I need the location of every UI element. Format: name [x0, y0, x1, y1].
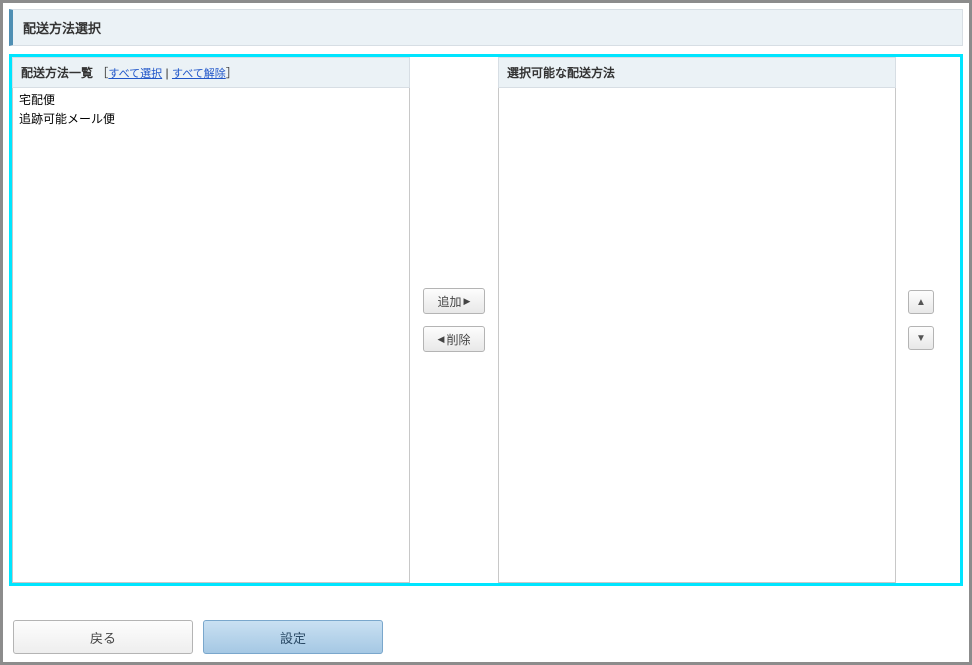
link-separator: | [162, 66, 172, 80]
deselect-all-link[interactable]: すべて解除 [172, 68, 226, 80]
back-button[interactable]: 戻る [13, 620, 193, 654]
arrow-right-icon: ▶ [464, 296, 471, 307]
left-panel-title: 配送方法一覧 [21, 66, 93, 80]
available-list[interactable]: 宅配便 追跡可能メール便 [12, 88, 410, 583]
transfer-buttons: 追加 ▶ ◀ 削除 [410, 57, 498, 583]
left-panel-header: 配送方法一覧 ［すべて選択 | すべて解除］ [12, 57, 410, 88]
selected-list[interactable] [498, 88, 896, 583]
arrow-down-icon: ▼ [916, 333, 926, 344]
left-panel-links: ［すべて選択 | すべて解除］ [96, 66, 237, 80]
remove-button[interactable]: ◀ 削除 [423, 326, 485, 352]
bracket-open: ［ [96, 66, 108, 80]
bracket-close: ］ [226, 66, 238, 80]
page-title: 配送方法選択 [9, 9, 963, 46]
move-down-button[interactable]: ▼ [908, 326, 934, 350]
right-panel-header: 選択可能な配送方法 [498, 57, 896, 88]
submit-button[interactable]: 設定 [203, 620, 383, 654]
add-button[interactable]: 追加 ▶ [423, 288, 485, 314]
arrow-left-icon: ◀ [438, 334, 445, 345]
arrow-up-icon: ▲ [916, 297, 926, 308]
remove-button-label: 削除 [446, 331, 470, 348]
left-panel: 配送方法一覧 ［すべて選択 | すべて解除］ 宅配便 追跡可能メール便 [12, 57, 410, 583]
move-up-button[interactable]: ▲ [908, 290, 934, 314]
right-panel-title: 選択可能な配送方法 [507, 66, 615, 80]
selection-area: 配送方法一覧 ［すべて選択 | すべて解除］ 宅配便 追跡可能メール便 追加 ▶… [9, 54, 963, 586]
add-button-label: 追加 [438, 293, 462, 310]
footer: 戻る 設定 [13, 620, 383, 654]
list-item[interactable]: 宅配便 [17, 90, 405, 109]
window: 配送方法選択 配送方法一覧 ［すべて選択 | すべて解除］ 宅配便 追跡可能メー… [0, 0, 972, 665]
reorder-buttons: ▲ ▼ [896, 57, 946, 583]
right-panel: 選択可能な配送方法 [498, 57, 896, 583]
select-all-link[interactable]: すべて選択 [108, 68, 162, 80]
list-item[interactable]: 追跡可能メール便 [17, 109, 405, 128]
